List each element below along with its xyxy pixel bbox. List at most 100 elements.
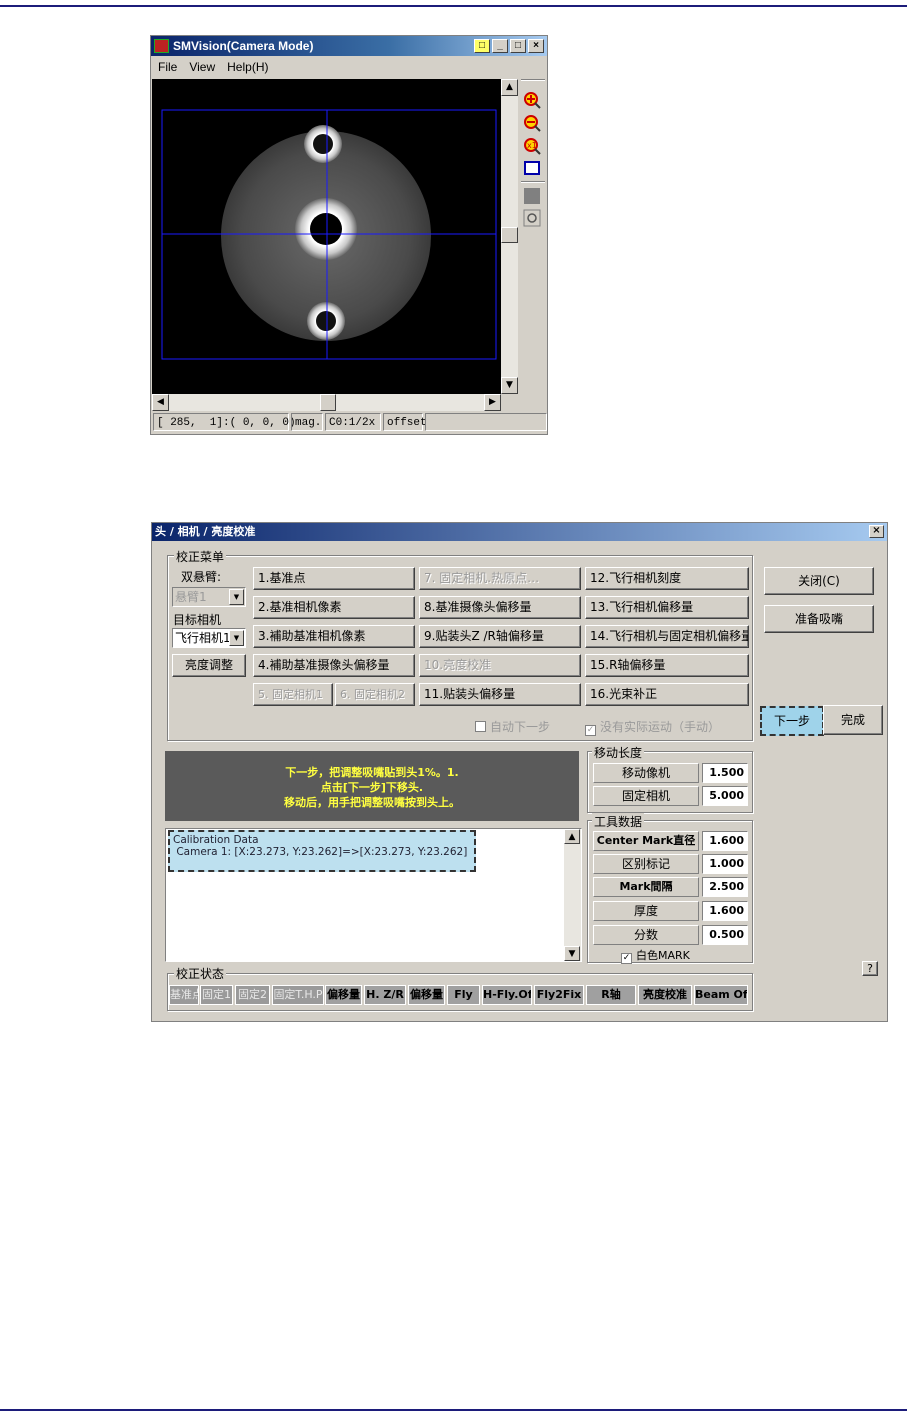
dialog-title: 头 / 相机 / 亮度校准: [155, 525, 256, 538]
center-mark-input[interactable]: 1.600: [702, 831, 748, 851]
fraction-input[interactable]: 0.500: [702, 925, 748, 945]
camera-image-viewport[interactable]: [152, 79, 501, 394]
fit-window-icon[interactable]: [523, 159, 541, 177]
restore-icon[interactable]: □: [474, 39, 490, 53]
toolbar-separator: [521, 181, 545, 183]
center-mark-label: Center Mark直径: [593, 831, 699, 851]
zoom-out-icon[interactable]: [523, 114, 541, 132]
log-scroll-up-button[interactable]: ▲: [564, 829, 580, 844]
minimize-icon[interactable]: _: [492, 39, 508, 53]
status-item: H-Fly.Off: [482, 985, 532, 1005]
vertical-scroll-thumb[interactable]: [501, 227, 518, 243]
step-2-button[interactable]: 2.基准相机像素: [253, 596, 415, 619]
checkmark-icon: ✓: [621, 953, 632, 964]
camera-statusbar: [ 285, 1]:( 0, 0, 0) mag. C0:1/2x offset: [151, 413, 547, 433]
fixed-camera-input[interactable]: 5.000: [702, 786, 748, 806]
scroll-right-button[interactable]: ▶: [484, 394, 501, 411]
bottom-hole: [316, 311, 336, 331]
arm-select-value: 悬臂1: [175, 590, 207, 604]
brightness-adjust-button[interactable]: 亮度调整: [172, 654, 246, 677]
mark-interval-input[interactable]: 2.500: [702, 877, 748, 897]
fixed-camera-label: 固定相机: [593, 786, 699, 806]
step-3-button[interactable]: 3.補助基准相机像素: [253, 625, 415, 648]
status-item: Fly: [447, 985, 480, 1005]
step-10-button[interactable]: 10.亮度校准: [419, 654, 581, 677]
horizontal-scroll-thumb[interactable]: [320, 394, 336, 411]
help-button[interactable]: ?: [862, 961, 878, 976]
status-item: 偏移量: [408, 985, 445, 1005]
arm-select[interactable]: 悬臂1 ▼: [172, 587, 246, 607]
status-item: 偏移量: [325, 985, 362, 1005]
step-9-button[interactable]: 9.贴装头Z /R轴偏移量: [419, 625, 581, 648]
menu-file[interactable]: File: [158, 57, 177, 77]
zoom-x1-icon[interactable]: x1: [523, 137, 541, 155]
instruction-message-panel: 下一步，把调整吸嘴贴到头1%。1. 点击[下一步]下移头. 移动后，用手把调整吸…: [165, 751, 579, 821]
status-item: R轴: [586, 985, 636, 1005]
mag-value: C0:1/2x: [325, 413, 381, 431]
message-line-2: 点击[下一步]下移头.: [320, 781, 424, 794]
log-line-1: Camera 1: [X:23.273, Y:23.262]=>[X:23.27…: [173, 846, 468, 858]
chevron-down-icon: ▼: [229, 589, 244, 605]
step-14-button[interactable]: 14.飞行相机与固定相机偏移量: [585, 625, 749, 648]
camera-window-titlebar[interactable]: SMVision(Camera Mode) □ _ □ ×: [151, 36, 547, 56]
calibration-data-log[interactable]: Calibration Data Camera 1: [X:23.273, Y:…: [165, 828, 582, 962]
mag-label: mag.: [291, 413, 323, 431]
step-1-button[interactable]: 1.基准点: [253, 567, 415, 590]
dialog-close-icon[interactable]: ×: [869, 525, 884, 538]
close-button[interactable]: 关闭(C): [764, 567, 874, 595]
status-empty-panel: [425, 413, 547, 431]
no-motion-checkbox[interactable]: ✓ 没有实际运动（手动）: [585, 718, 720, 736]
message-line-1: 下一步，把调整吸嘴贴到头1%。1.: [285, 766, 459, 779]
step-12-button[interactable]: 12.飞行相机刻度: [585, 567, 749, 590]
step-7-button[interactable]: 7. 固定相机.热原点…: [419, 567, 581, 590]
step-5-button[interactable]: 5. 固定相机1: [253, 683, 333, 706]
horizontal-scrollbar[interactable]: ◀ ▶: [152, 394, 501, 411]
calibration-menu-legend: 校正菜单: [174, 548, 227, 565]
diff-mark-input[interactable]: 1.000: [702, 854, 748, 874]
auto-next-checkbox[interactable]: 自动下一步: [475, 718, 550, 735]
camera-window: SMVision(Camera Mode) □ _ □ × File View …: [150, 35, 548, 435]
scroll-down-button[interactable]: ▼: [501, 377, 518, 394]
step-13-button[interactable]: 13.飞行相机偏移量: [585, 596, 749, 619]
target-camera-value: 飞行相机1: [175, 631, 231, 645]
camera-menubar: File View Help(H): [151, 57, 268, 77]
rotate-icon[interactable]: [523, 209, 541, 227]
thickness-label: 厚度: [593, 901, 699, 921]
zoom-in-icon[interactable]: [523, 91, 541, 109]
top-hole: [313, 134, 333, 154]
step-16-button[interactable]: 16.光束补正: [585, 683, 749, 706]
step-8-button[interactable]: 8.基准摄像头偏移量: [419, 596, 581, 619]
tool-data-legend: 工具数据: [592, 813, 645, 830]
moving-camera-input[interactable]: 1.500: [702, 763, 748, 783]
finish-button[interactable]: 完成: [823, 705, 883, 735]
scroll-up-button[interactable]: ▲: [501, 79, 518, 96]
menu-help[interactable]: Help(H): [227, 57, 268, 77]
diff-mark-label: 区别标记: [593, 854, 699, 874]
mark-interval-label: Mark間隔: [593, 877, 699, 897]
step-4-button[interactable]: 4.補助基准摄像头偏移量: [253, 654, 415, 677]
menu-view[interactable]: View: [189, 57, 215, 77]
step-11-button[interactable]: 11.贴装头偏移量: [419, 683, 581, 706]
thickness-input[interactable]: 1.600: [702, 901, 748, 921]
calibration-dialog: 头 / 相机 / 亮度校准 × 校正菜单 双悬臂: 悬臂1 ▼ 目标相机 飞行相…: [151, 522, 888, 1022]
target-camera-select[interactable]: 飞行相机1 ▼: [172, 628, 246, 648]
step-15-button[interactable]: 15.R轴偏移量: [585, 654, 749, 677]
scroll-left-button[interactable]: ◀: [152, 394, 169, 411]
white-mark-checkbox[interactable]: ✓ 白色MARK: [621, 947, 690, 964]
close-icon[interactable]: ×: [528, 39, 544, 53]
camera-window-title: SMVision(Camera Mode): [173, 39, 314, 53]
gray-box-icon[interactable]: [523, 187, 541, 205]
next-step-button[interactable]: 下一步: [760, 706, 824, 736]
vertical-scrollbar[interactable]: ▲ ▼: [501, 79, 518, 394]
prepare-nozzle-button[interactable]: 准备吸嘴: [764, 605, 874, 633]
status-item: 固定1: [200, 985, 233, 1005]
step-6-button[interactable]: 6. 固定相机2: [335, 683, 415, 706]
dialog-titlebar[interactable]: 头 / 相机 / 亮度校准 ×: [152, 523, 887, 541]
maximize-icon[interactable]: □: [510, 39, 526, 53]
log-scrollbar[interactable]: ▲ ▼: [564, 829, 581, 961]
toolbar-grip: [521, 79, 545, 81]
no-motion-label: 没有实际运动（手动）: [600, 720, 721, 734]
message-line-3: 移动后，用手把调整吸嘴按到头上。: [284, 796, 460, 809]
log-scroll-down-button[interactable]: ▼: [564, 946, 580, 961]
status-item: 基准点: [169, 985, 199, 1005]
